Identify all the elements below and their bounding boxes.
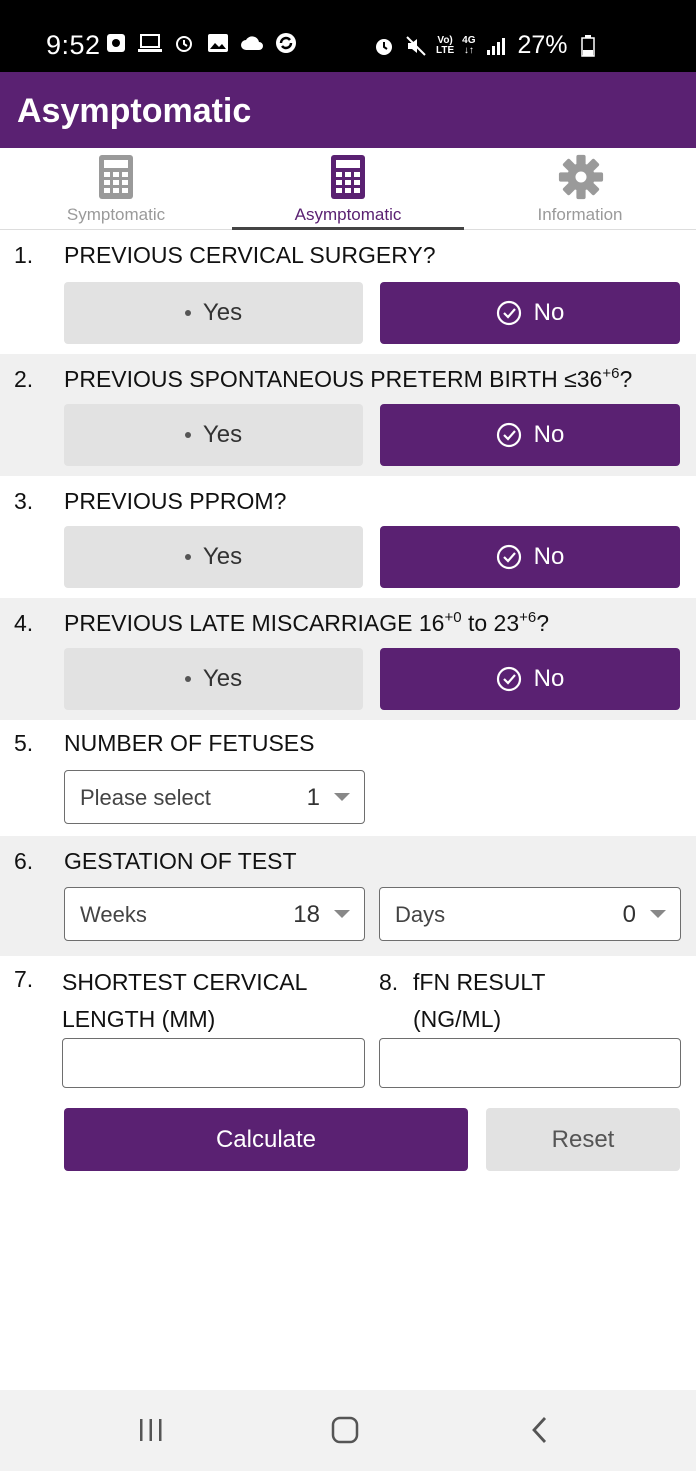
gallery-icon [206, 31, 230, 55]
tab-label: Asymptomatic [294, 205, 402, 224]
yes-button[interactable]: Yes [64, 648, 363, 710]
data-indicator: 4G ↓↑ [462, 34, 476, 56]
no-label: No [533, 665, 565, 692]
tab-asymptomatic[interactable]: Asymptomatic [232, 148, 464, 230]
no-button-selected[interactable]: No [380, 404, 680, 466]
mute-icon [404, 34, 428, 58]
select-value: 0 [622, 901, 636, 928]
question-text: PREVIOUS SPONTANEOUS PRETERM BIRTH ≤36+6… [64, 365, 633, 392]
check-circle-icon [496, 300, 521, 326]
no-button-selected[interactable]: No [380, 526, 680, 588]
system-nav-bar [0, 1390, 696, 1471]
chevron-down-icon [334, 793, 350, 801]
days-select[interactable]: Days 0 [379, 887, 681, 941]
home-icon [331, 1416, 359, 1444]
calculator-icon [331, 155, 365, 199]
question-number: 5. [14, 730, 34, 756]
ffn-label: fFN RESULT (NG/ML) [413, 969, 546, 1032]
cervical-length-label: SHORTEST CERVICAL LENGTH (MM) [62, 969, 308, 1032]
chevron-down-icon [650, 910, 666, 918]
question-3: 3. PREVIOUS PPROM? Yes No [0, 476, 696, 598]
calculator-icon [99, 155, 133, 199]
yes-label: Yes [202, 543, 243, 570]
yes-label: Yes [202, 665, 243, 692]
tab-label: Information [537, 205, 623, 224]
question-1: 1. PREVIOUS CERVICAL SURGERY? Yes No [0, 230, 696, 354]
signal-icon [484, 34, 508, 58]
question-number: 2. [14, 366, 34, 392]
yes-button[interactable]: Yes [64, 282, 363, 344]
no-label: No [533, 543, 565, 570]
question-number: 3. [14, 488, 34, 514]
back-button[interactable] [520, 1412, 560, 1448]
back-icon [532, 1417, 547, 1443]
no-button-selected[interactable]: No [380, 648, 680, 710]
question-number: 1. [14, 242, 34, 268]
page-title: Asymptomatic [17, 92, 252, 130]
question-6: 6. GESTATION OF TEST Weeks 18 Days 0 [0, 836, 696, 956]
yes-label: Yes [202, 299, 243, 326]
check-circle-icon [496, 422, 521, 448]
select-placeholder: Days [395, 902, 446, 927]
weeks-select[interactable]: Weeks 18 [64, 887, 365, 941]
tab-information[interactable]: Information [464, 148, 696, 230]
laptop-icon [138, 31, 162, 55]
bullet-icon [184, 432, 191, 438]
select-value: 18 [293, 901, 320, 928]
alarm-clock-icon [372, 34, 396, 58]
tab-symptomatic[interactable]: Symptomatic [0, 148, 232, 230]
select-value: 1 [306, 784, 320, 811]
question-2: 2. PREVIOUS SPONTANEOUS PRETERM BIRTH ≤3… [0, 354, 696, 476]
reset-button[interactable]: Reset [486, 1108, 680, 1171]
select-placeholder: Weeks [80, 902, 147, 927]
question-text: PREVIOUS CERVICAL SURGERY? [64, 242, 436, 268]
yes-button[interactable]: Yes [64, 526, 363, 588]
home-button[interactable] [325, 1412, 365, 1448]
recent-apps-icon [140, 1419, 162, 1441]
recent-apps-button[interactable] [131, 1412, 171, 1448]
calculate-button[interactable]: Calculate [64, 1108, 468, 1171]
question-4: 4. PREVIOUS LATE MISCARRIAGE 16+0 to 23+… [0, 598, 696, 720]
question-5: 5. NUMBER OF FETUSES Please select 1 [0, 720, 696, 836]
fetuses-select[interactable]: Please select 1 [64, 770, 365, 824]
no-label: No [533, 421, 565, 448]
no-button-selected[interactable]: No [380, 282, 680, 344]
system-icons: Vo) LTE 4G ↓↑ 27% [372, 31, 600, 60]
yes-label: Yes [202, 421, 243, 448]
check-circle-icon [496, 544, 521, 570]
cervical-length-input[interactable] [62, 1038, 365, 1088]
sync-app-icon [274, 31, 298, 55]
bullet-icon [184, 554, 191, 560]
battery-icon [576, 34, 600, 58]
ffn-number: 8. [379, 969, 399, 995]
question-text: PREVIOUS LATE MISCARRIAGE 16+0 to 23+6? [64, 609, 550, 636]
status-time: 9:52 [46, 30, 101, 60]
status-bar: 9:52 Vo) LTE 4G ↓↑ 27% [0, 0, 696, 72]
select-placeholder: Please select [80, 785, 211, 810]
gear-icon [558, 154, 604, 200]
tab-label: Symptomatic [66, 205, 166, 224]
question-text: NUMBER OF FETUSES [64, 730, 315, 756]
chevron-down-icon [334, 910, 350, 918]
volte-indicator: Vo) LTE [436, 34, 455, 56]
cloud-icon [240, 31, 264, 55]
alarm-icon [172, 31, 196, 55]
tab-bar: Symptomatic Asymptomatic Information [0, 148, 696, 230]
question-text: GESTATION OF TEST [64, 848, 297, 874]
ffn-input[interactable] [379, 1038, 681, 1088]
notification-app-icon [104, 31, 128, 55]
question-number: 6. [14, 848, 34, 874]
bullet-icon [184, 676, 191, 682]
battery-percent: 27% [517, 31, 568, 59]
question-number: 7. [14, 966, 34, 992]
question-number: 4. [14, 610, 34, 636]
app-bar: Asymptomatic [0, 72, 696, 148]
bullet-icon [184, 310, 191, 316]
yes-button[interactable]: Yes [64, 404, 363, 466]
notification-icons [104, 31, 298, 55]
question-text: PREVIOUS PPROM? [64, 488, 287, 514]
check-circle-icon [496, 666, 521, 692]
no-label: No [533, 299, 565, 326]
